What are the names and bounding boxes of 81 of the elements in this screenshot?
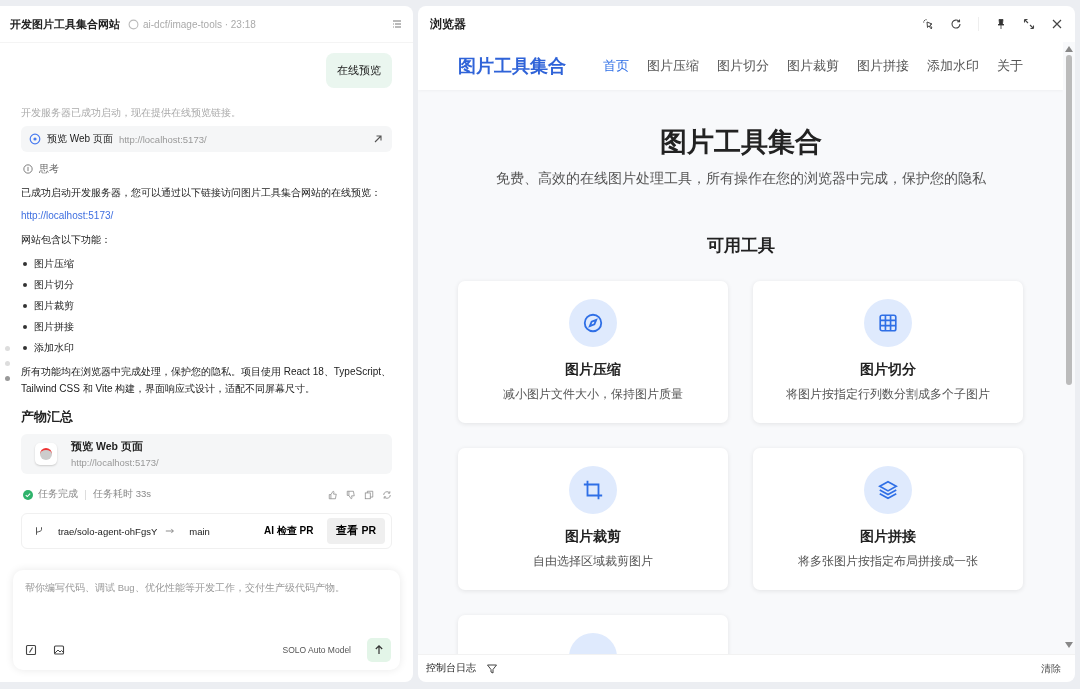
- image-icon[interactable]: [53, 644, 65, 656]
- bullet-icon: [23, 282, 27, 287]
- pager-dots-drawing: [5, 346, 10, 381]
- nav-link[interactable]: 首页: [603, 57, 629, 75]
- feature-item: 图片压缩: [34, 256, 74, 271]
- target-branch: main: [189, 525, 210, 537]
- nav-link[interactable]: 图片裁剪: [787, 57, 839, 75]
- hero-subtitle: 免费、高效的在线图片处理工具，所有操作在您的浏览器中完成，保护您的隐私: [494, 170, 987, 188]
- thumbs-down-icon[interactable]: [346, 489, 356, 500]
- model-selector[interactable]: SOLO Auto Model: [282, 645, 351, 655]
- preview-link-url: http://localhost:5173/: [118, 133, 207, 145]
- layers-icon: [864, 466, 912, 514]
- clear-button[interactable]: 清除: [1035, 660, 1067, 677]
- tool-description: 减小图片文件大小，保持图片质量: [503, 387, 683, 402]
- bullet-icon: [23, 324, 27, 329]
- feature-item: 图片裁剪: [34, 298, 74, 313]
- preview-url-link[interactable]: http://localhost:5173/: [21, 210, 114, 221]
- scrollbar[interactable]: [1063, 42, 1075, 654]
- expand-icon[interactable]: [1023, 18, 1035, 30]
- pin-icon[interactable]: [995, 18, 1007, 30]
- ai-review-button[interactable]: AI 检查 PR: [258, 519, 320, 543]
- bullet-icon: [23, 303, 27, 308]
- task-status: 任务完成: [38, 488, 78, 501]
- branch-icon: [34, 526, 44, 536]
- artifact-card[interactable]: 预览 Web 页面 http://localhost:5173/: [21, 434, 392, 474]
- task-duration: 任务耗时 33s: [93, 488, 151, 501]
- repo-label: ai-dcf/image-tools · 23:18: [143, 18, 256, 30]
- site-logo[interactable]: 图片工具集合: [458, 54, 566, 78]
- browser-title: 浏览器: [430, 16, 466, 32]
- arrow-right-icon: [165, 527, 176, 535]
- tool-title: 图片压缩: [565, 361, 621, 379]
- feature-item: 图片拼接: [34, 319, 74, 334]
- thinking-label[interactable]: 思考: [39, 162, 59, 176]
- tool-card[interactable]: 图片裁剪 自由选择区域裁剪图片: [458, 448, 728, 590]
- reload-icon[interactable]: [950, 18, 962, 30]
- summary-text: 所有功能均在浏览器中完成处理，保护您的隐私。项目使用 React 18、TypeScript、Tailwind CSS 和 Vite 构建，界面响应式设计，适配不同屏幕尺寸。: [21, 365, 392, 396]
- artifacts-heading: 产物汇总: [21, 409, 74, 426]
- tool-card[interactable]: 图片拼接 将多张图片按指定布局拼接成一张: [753, 448, 1023, 590]
- tool-description: 将图片按指定行列数分割成多个子图片: [786, 387, 990, 402]
- feature-item: 添加水印: [34, 340, 74, 355]
- tool-description: 自由选择区域裁剪图片: [533, 554, 653, 569]
- preview-link-card[interactable]: 预览 Web 页面 http://localhost:5173/: [21, 126, 392, 152]
- nav-link[interactable]: 图片拼接: [857, 57, 909, 75]
- view-pr-button[interactable]: 查看 PR: [327, 518, 385, 544]
- check-circle-icon: [23, 489, 33, 500]
- hero-title: 图片工具集合: [658, 126, 823, 159]
- external-link-icon[interactable]: [372, 133, 384, 145]
- close-icon[interactable]: [1051, 18, 1063, 30]
- section-title: 可用工具: [705, 235, 776, 257]
- info-icon: [23, 164, 33, 174]
- intro-text: 已成功启动开发服务器，您可以通过以下链接访问图片工具集合网站的在线预览：: [21, 186, 382, 200]
- features-heading: 网站包含以下功能：: [21, 233, 112, 247]
- slash-command-icon[interactable]: [25, 644, 37, 656]
- task-title: 开发图片工具集合网站: [10, 16, 120, 32]
- tool-title: 图片拼接: [860, 528, 916, 546]
- source-branch: trae/solo-agent-ohFgsY: [58, 525, 158, 537]
- send-button[interactable]: [367, 638, 391, 662]
- tool-card[interactable]: 图片切分 将图片按指定行列数分割成多个子图片: [753, 281, 1023, 423]
- nav-link[interactable]: 图片压缩: [647, 57, 699, 75]
- bullet-icon: [23, 261, 27, 266]
- nav-link[interactable]: 图片切分: [717, 57, 769, 75]
- tool-description: 将多张图片按指定布局拼接成一张: [798, 554, 978, 569]
- tool-title: 图片切分: [860, 361, 916, 379]
- crop-icon: [569, 466, 617, 514]
- tool-card[interactable]: 图片压缩 减小图片文件大小，保持图片质量: [458, 281, 728, 423]
- grid-icon: [864, 299, 912, 347]
- nav-link[interactable]: 添加水印: [927, 57, 979, 75]
- artifact-title: 预览 Web 页面: [71, 440, 144, 454]
- console-label: 控制台日志: [426, 662, 476, 675]
- nav-link[interactable]: 关于: [997, 57, 1023, 75]
- preview-link-label: 预览 Web 页面: [47, 132, 113, 146]
- arrow-up-icon: [373, 644, 385, 656]
- feature-item: 图片切分: [34, 277, 74, 292]
- user-message: 在线预览: [326, 53, 392, 88]
- status-note: 开发服务器已成功启动，现在提供在线预览链接。: [21, 106, 242, 120]
- thumbs-up-icon[interactable]: [328, 489, 338, 500]
- cursor-select-icon[interactable]: [922, 18, 934, 30]
- filter-icon[interactable]: [486, 662, 498, 675]
- artifact-url: http://localhost:5173/: [71, 457, 159, 468]
- bullet-icon: [23, 345, 27, 350]
- tool-title: 图片裁剪: [565, 528, 621, 546]
